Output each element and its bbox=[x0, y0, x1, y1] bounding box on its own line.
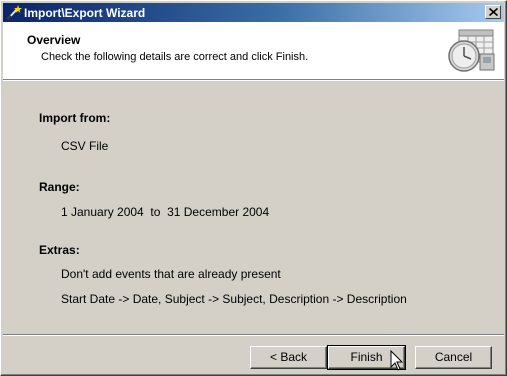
range-value: 1 January 2004 to 31 December 2004 bbox=[61, 205, 270, 219]
wizard-header: Overview Check the following details are… bbox=[3, 22, 504, 79]
extras-label: Extras: bbox=[39, 243, 80, 257]
back-button[interactable]: < Back bbox=[250, 346, 327, 369]
extras-item: Start Date -> Date, Subject -> Subject, … bbox=[61, 292, 407, 306]
title-bar[interactable]: Import\Export Wizard bbox=[3, 3, 504, 22]
mouse-cursor-icon bbox=[390, 349, 404, 372]
range-label: Range: bbox=[39, 180, 80, 194]
import-from-value: CSV File bbox=[61, 139, 109, 153]
wand-icon bbox=[6, 5, 22, 20]
calendar-clock-icon bbox=[446, 26, 496, 76]
import-from-label: Import from: bbox=[39, 111, 111, 125]
header-title: Overview bbox=[27, 33, 81, 47]
wizard-window: Import\Export Wizard Overview Check the … bbox=[0, 0, 507, 376]
close-button[interactable] bbox=[485, 5, 501, 19]
footer-divider bbox=[3, 334, 504, 336]
window-title: Import\Export Wizard bbox=[24, 6, 146, 20]
cancel-button[interactable]: Cancel bbox=[415, 346, 492, 369]
close-icon bbox=[489, 8, 498, 16]
header-divider bbox=[3, 79, 504, 81]
extras-item: Don't add events that are already presen… bbox=[61, 267, 281, 281]
header-subtitle: Check the following details are correct … bbox=[41, 51, 309, 63]
